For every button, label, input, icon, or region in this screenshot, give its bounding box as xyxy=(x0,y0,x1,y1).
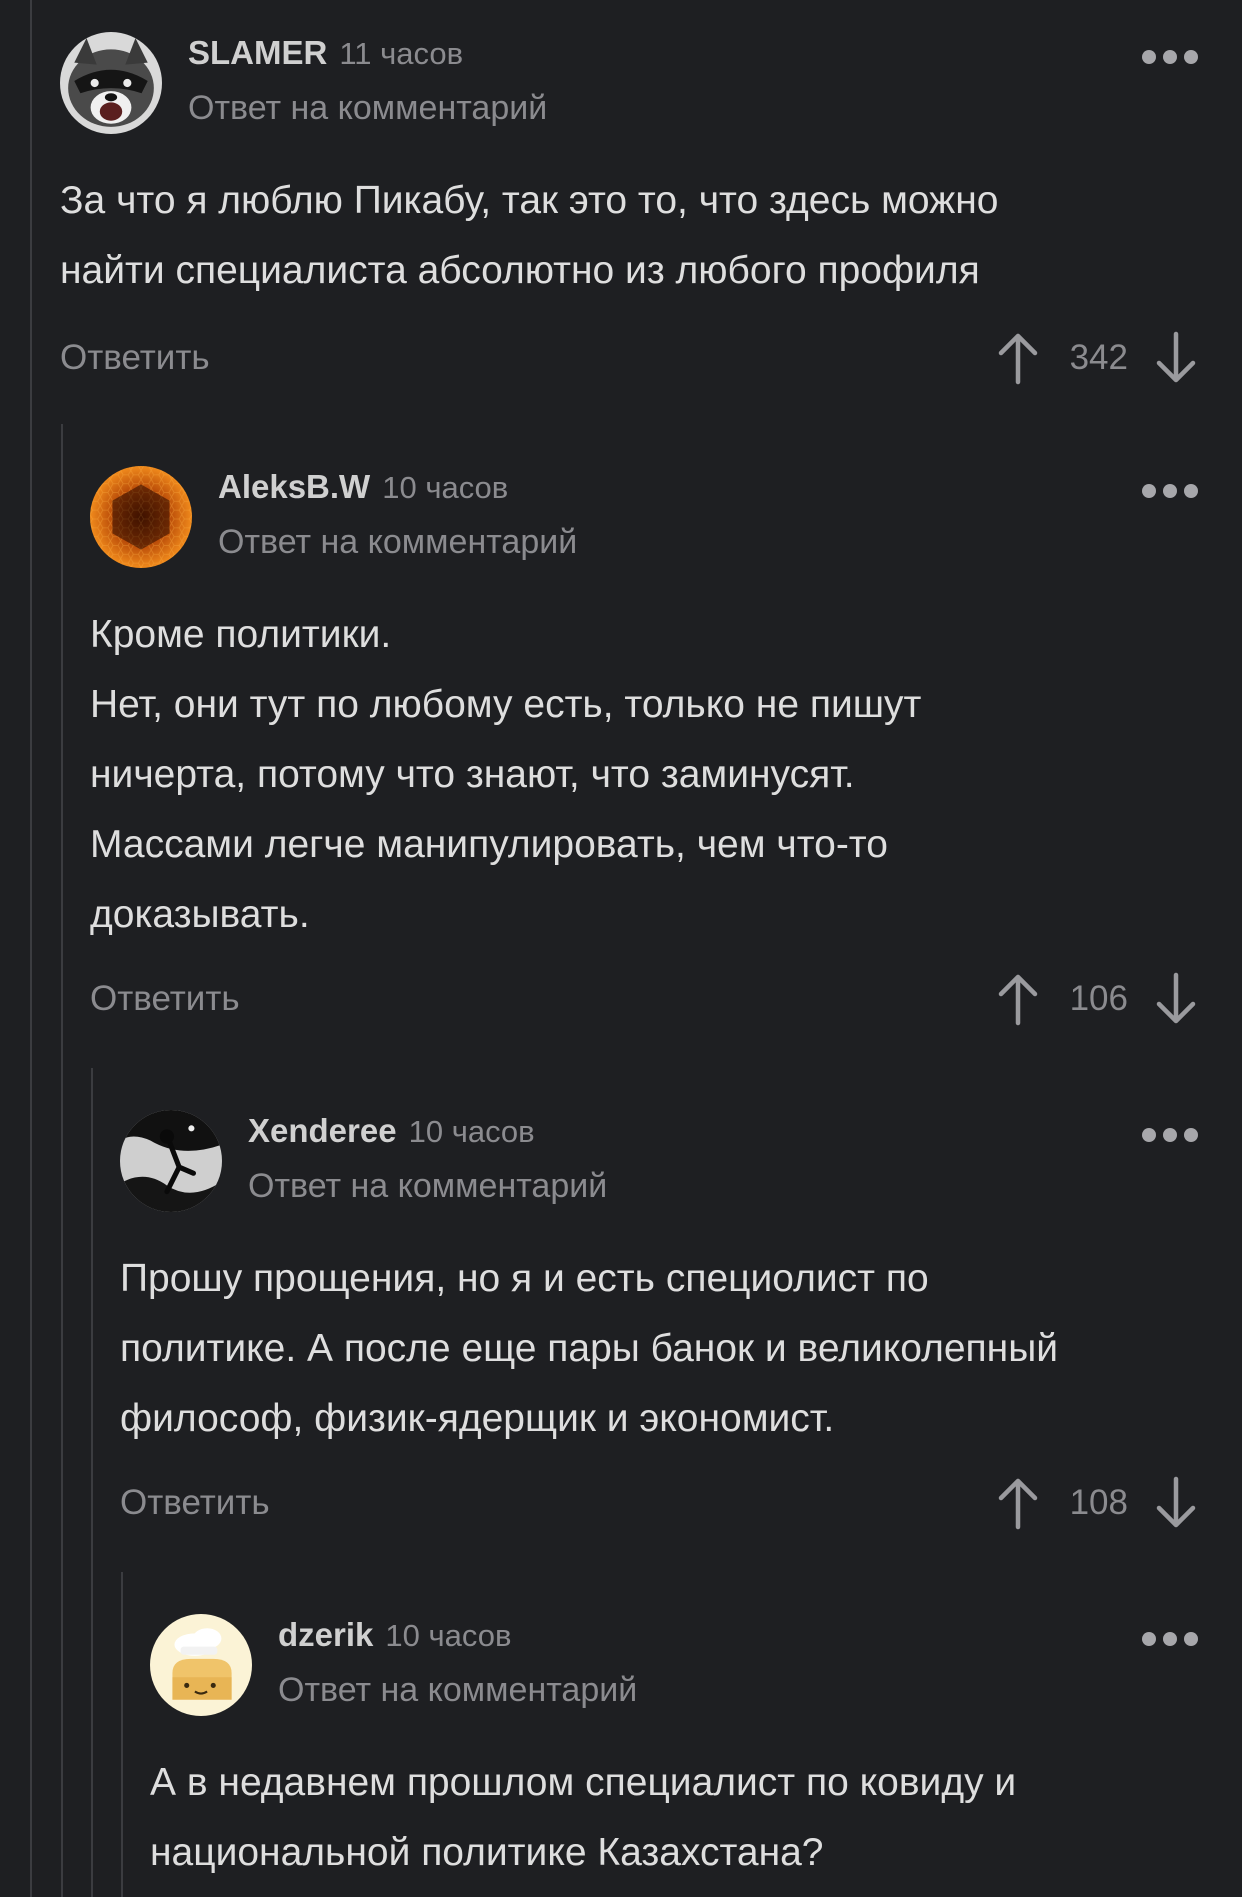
comment-line: найти специалиста абсолютно из любого пр… xyxy=(60,249,980,292)
vote-controls: 342 xyxy=(996,328,1198,388)
comment-dzerik: dzerik 10 часов Ответ на комментарий А в … xyxy=(150,1614,1198,1897)
comment-header: Xenderee 10 часов xyxy=(248,1112,535,1150)
rating-score: 342 xyxy=(1069,338,1128,377)
author-name[interactable]: dzerik xyxy=(278,1616,373,1653)
comment-time: 10 часов xyxy=(385,1618,512,1653)
more-options-icon[interactable] xyxy=(1142,50,1198,64)
reply-to-link[interactable]: Ответ на комментарий xyxy=(278,1671,637,1710)
reply-button[interactable]: Ответить xyxy=(120,1483,270,1523)
comment-line: ничерта, потому что знают, что заминусят… xyxy=(90,753,855,796)
comment-time: 10 часов xyxy=(382,470,509,505)
author-name[interactable]: AleksB.W xyxy=(218,468,370,505)
upvote-arrow-icon[interactable] xyxy=(996,330,1040,386)
comment-line: национальной политике Казахстана? xyxy=(150,1831,824,1874)
thread-line-level-3 xyxy=(121,1572,123,1897)
thread-line-level-1 xyxy=(61,424,63,1897)
avatar[interactable] xyxy=(120,1110,222,1212)
downvote-arrow-icon[interactable] xyxy=(1154,1475,1198,1531)
comment-actions: Ответить 106 xyxy=(90,969,1198,1029)
thread-line-level-0 xyxy=(30,0,32,1897)
comment-line: доказывать. xyxy=(90,893,310,936)
monochrome-figure-avatar-icon xyxy=(120,1110,222,1212)
rating-score: 106 xyxy=(1069,979,1128,1018)
comment-header: AleksB.W 10 часов xyxy=(218,468,508,506)
comment-actions: Ответить 108 xyxy=(120,1473,1198,1533)
comment-body: А в недавнем прошлом специалист по ковид… xyxy=(150,1748,1016,1888)
more-options-icon[interactable] xyxy=(1142,1632,1198,1646)
author-name[interactable]: SLAMER xyxy=(188,34,327,71)
downvote-arrow-icon[interactable] xyxy=(1154,971,1198,1027)
downvote-arrow-icon[interactable] xyxy=(1154,330,1198,386)
comment-header: SLAMER 11 часов xyxy=(188,34,463,72)
vote-controls: 106 xyxy=(996,969,1198,1029)
orange-hex-avatar-icon xyxy=(90,466,192,568)
reply-button[interactable]: Ответить xyxy=(60,338,210,378)
comment-slamer: SLAMER 11 часов Ответ на комментарий За ч… xyxy=(60,32,1198,392)
comment-line: философ, физик-ядерщик и экономист. xyxy=(120,1397,835,1440)
more-options-icon[interactable] xyxy=(1142,484,1198,498)
reply-button[interactable]: Ответить xyxy=(90,979,240,1019)
comment-actions: Ответить 342 xyxy=(60,328,1198,388)
comment-body: Кроме политики. Нет, они тут по любому е… xyxy=(90,600,921,950)
comment-line: За что я люблю Пикабу, так это то, что з… xyxy=(60,179,999,222)
comment-line: политике. А после еще пары банок и велик… xyxy=(120,1327,1059,1370)
comment-line: Нет, они тут по любому есть, только не п… xyxy=(90,683,922,726)
avatar[interactable] xyxy=(90,466,192,568)
avatar[interactable] xyxy=(150,1614,252,1716)
comment-time: 10 часов xyxy=(408,1114,535,1149)
comment-line: Массами легче манипулировать, чем что-то xyxy=(90,823,888,866)
comment-aleksbw: AleksB.W 10 часов Ответ на комментарий Кр… xyxy=(90,466,1198,1036)
rating-score: 108 xyxy=(1069,1483,1128,1522)
upvote-arrow-icon[interactable] xyxy=(996,971,1040,1027)
reply-to-link[interactable]: Ответ на комментарий xyxy=(248,1167,607,1206)
comment-header: dzerik 10 часов xyxy=(278,1616,511,1654)
comment-line: Прошу прощения, но я и есть специолист п… xyxy=(120,1257,929,1300)
comment-line: Кроме политики. xyxy=(90,613,392,656)
comment-xenderee: Xenderee 10 часов Ответ на комментарий Пр… xyxy=(120,1110,1198,1540)
upvote-arrow-icon[interactable] xyxy=(996,1475,1040,1531)
comment-body: Прошу прощения, но я и есть специолист п… xyxy=(120,1244,1058,1454)
reply-to-link[interactable]: Ответ на комментарий xyxy=(218,523,577,562)
comment-line: А в недавнем прошлом специалист по ковид… xyxy=(150,1761,1017,1804)
vote-controls: 108 xyxy=(996,1473,1198,1533)
more-options-icon[interactable] xyxy=(1142,1128,1198,1142)
comment-body: За что я люблю Пикабу, так это то, что з… xyxy=(60,166,998,306)
thread-line-level-2 xyxy=(91,1068,93,1897)
author-name[interactable]: Xenderee xyxy=(248,1112,397,1149)
avatar[interactable] xyxy=(60,32,162,134)
bread-chef-avatar-icon xyxy=(150,1614,252,1716)
reply-to-link[interactable]: Ответ на комментарий xyxy=(188,89,547,128)
raccoon-avatar-icon xyxy=(60,32,162,134)
comment-time: 11 часов xyxy=(339,36,464,71)
